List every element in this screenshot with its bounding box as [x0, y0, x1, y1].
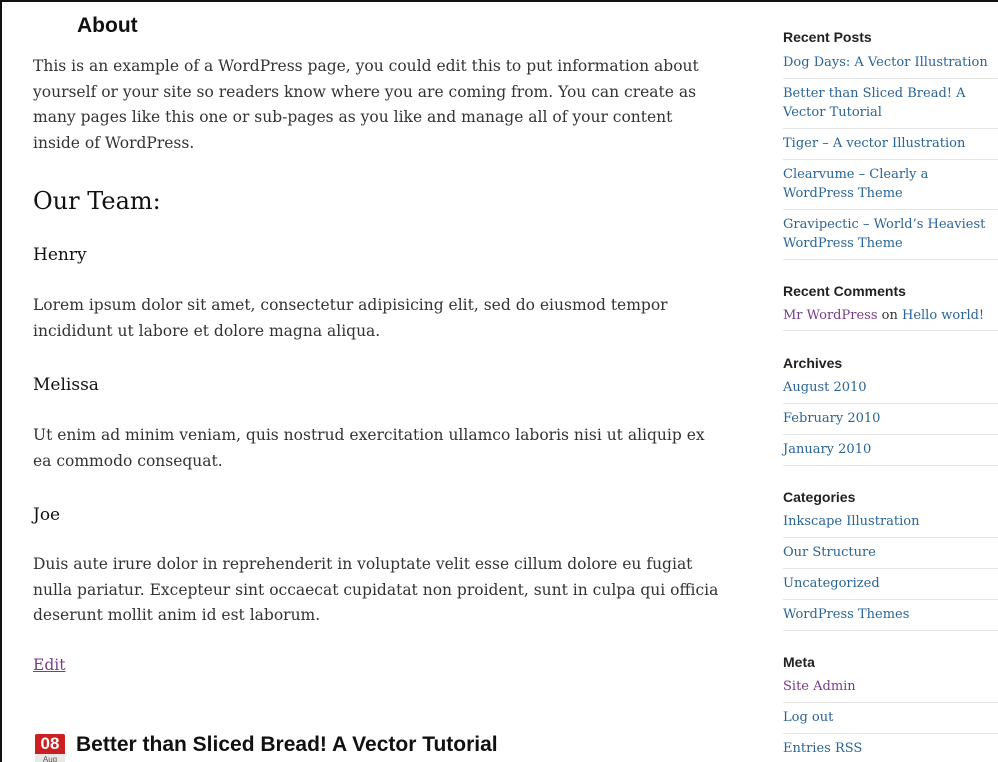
categories-list: Inkscape Illustration Our Structure Unca… [783, 512, 998, 631]
list-item: Gravipectic – World’s Heaviest WordPress… [783, 210, 998, 260]
archives-title: Archives [783, 355, 843, 371]
list-item: Site Admin [783, 677, 998, 703]
category-link[interactable]: Our Structure [783, 545, 876, 560]
list-item: WordPress Themes [783, 600, 998, 631]
list-item: Entries RSS [783, 734, 998, 762]
comment-post-link[interactable]: Hello world! [902, 308, 984, 323]
page-title: About [77, 14, 138, 37]
member-bio-joe: Duis aute irure dolor in reprehenderit i… [33, 555, 719, 624]
category-link[interactable]: Inkscape Illustration [783, 514, 920, 529]
list-item: Better than Sliced Bread! A Vector Tutor… [783, 79, 998, 129]
meta-list: Site Admin Log out Entries RSS [783, 677, 998, 762]
recent-posts-list: Dog Days: A Vector Illustration Better t… [783, 53, 998, 260]
site-admin-link[interactable]: Site Admin [783, 679, 856, 694]
divider [783, 330, 998, 331]
post-date-month: Aug [35, 754, 65, 762]
archive-link[interactable]: January 2010 [783, 442, 871, 457]
list-item: Our Structure [783, 538, 998, 569]
recent-post-link[interactable]: Better than Sliced Bread! A Vector Tutor… [783, 86, 966, 120]
category-link[interactable]: Uncategorized [783, 576, 880, 591]
recent-posts-title: Recent Posts [783, 29, 872, 45]
edit-link[interactable]: Edit [33, 656, 65, 674]
intro-paragraph: This is an example of a WordPress page, … [33, 57, 699, 152]
categories-title: Categories [783, 489, 856, 505]
recent-post-link[interactable]: Tiger – A vector Illustration [783, 136, 965, 151]
recent-comments-title: Recent Comments [783, 283, 906, 299]
archive-link[interactable]: August 2010 [783, 380, 867, 395]
member-name-melissa: Melissa [33, 375, 99, 395]
recent-post-link[interactable]: Gravipectic – World’s Heaviest WordPress… [783, 217, 985, 251]
recent-post-link[interactable]: Dog Days: A Vector Illustration [783, 55, 988, 70]
comment-on-text: on [881, 308, 898, 323]
post-date-badge: 08 Aug [35, 734, 65, 762]
member-name-joe: Joe [33, 505, 61, 525]
team-heading: Our Team: [33, 187, 161, 215]
list-item: February 2010 [783, 404, 998, 435]
list-item: Log out [783, 703, 998, 734]
member-bio-henry: Lorem ipsum dolor sit amet, consectetur … [33, 296, 668, 340]
list-item: January 2010 [783, 435, 998, 466]
archives-list: August 2010 February 2010 January 2010 [783, 378, 998, 466]
list-item: Inkscape Illustration [783, 512, 998, 538]
entries-rss-link[interactable]: Entries RSS [783, 741, 862, 756]
list-item: Tiger – A vector Illustration [783, 129, 998, 160]
comment-author-link[interactable]: Mr WordPress [783, 308, 878, 323]
archive-link[interactable]: February 2010 [783, 411, 880, 426]
log-out-link[interactable]: Log out [783, 710, 833, 725]
post-date-day: 08 [35, 734, 65, 754]
recent-comment: Mr WordPress on Hello world! [783, 306, 984, 325]
list-item: August 2010 [783, 378, 998, 404]
page-frame: About This is an example of a WordPress … [0, 0, 998, 762]
list-item: Clearvume – Clearly a WordPress Theme [783, 160, 998, 210]
next-post-header: 08 Aug Better than Sliced Bread! A Vecto… [33, 732, 733, 762]
list-item: Dog Days: A Vector Illustration [783, 53, 998, 79]
member-bio-melissa: Ut enim ad minim veniam, quis nostrud ex… [33, 426, 705, 470]
next-post-title-link[interactable]: Better than Sliced Bread! A Vector Tutor… [76, 733, 498, 757]
category-link[interactable]: WordPress Themes [783, 607, 909, 622]
recent-post-link[interactable]: Clearvume – Clearly a WordPress Theme [783, 167, 928, 201]
list-item: Uncategorized [783, 569, 998, 600]
meta-title: Meta [783, 654, 815, 670]
member-name-henry: Henry [33, 245, 87, 265]
